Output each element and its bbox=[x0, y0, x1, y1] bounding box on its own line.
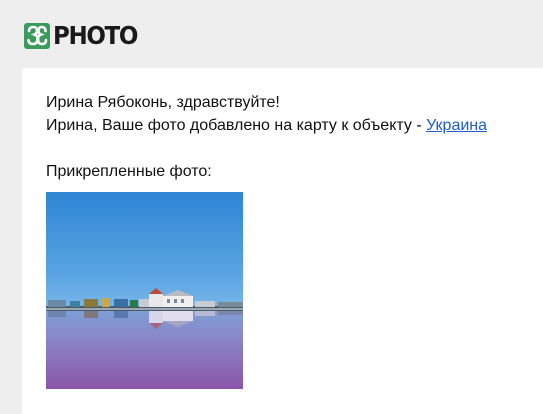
notice-text: Ирина, Ваше фото добавлено на карту к об… bbox=[46, 116, 487, 136]
greeting-text: Ирина Рябоконь, здравствуйте! bbox=[46, 94, 280, 111]
attached-photos-label: Прикрепленные фото: bbox=[46, 163, 212, 180]
logo-mark-icon bbox=[24, 23, 50, 49]
logo-text: PHOTO bbox=[53, 21, 138, 50]
message-card: Ирина Рябоконь, здравствуйте! Ирина, Ваш… bbox=[22, 68, 543, 414]
photo-logo[interactable]: PHOTO bbox=[24, 22, 144, 50]
attached-photo[interactable] bbox=[46, 192, 243, 389]
email-header: PHOTO bbox=[0, 0, 543, 68]
location-link[interactable]: Украина bbox=[426, 117, 487, 134]
notice-prefix: Ирина, Ваше фото добавлено на карту к об… bbox=[46, 117, 427, 134]
